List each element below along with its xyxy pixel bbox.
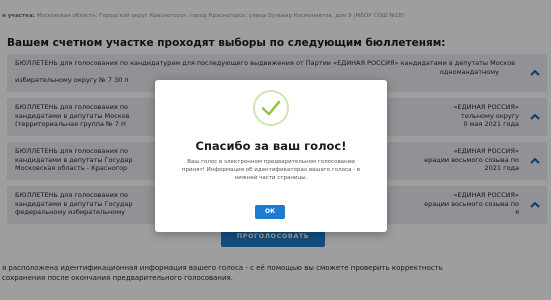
dialog-message: Ваш голос в электронном предварительном …	[181, 159, 361, 181]
ok-button[interactable]: ОК	[255, 205, 285, 219]
check-circle-icon	[253, 90, 289, 126]
dialog-title: Спасибо за ваш голос!	[195, 139, 347, 153]
voting-page: н участка: Московская область, Городской…	[0, 0, 551, 300]
success-dialog: Спасибо за ваш голос! Ваш голос в электр…	[155, 80, 387, 232]
